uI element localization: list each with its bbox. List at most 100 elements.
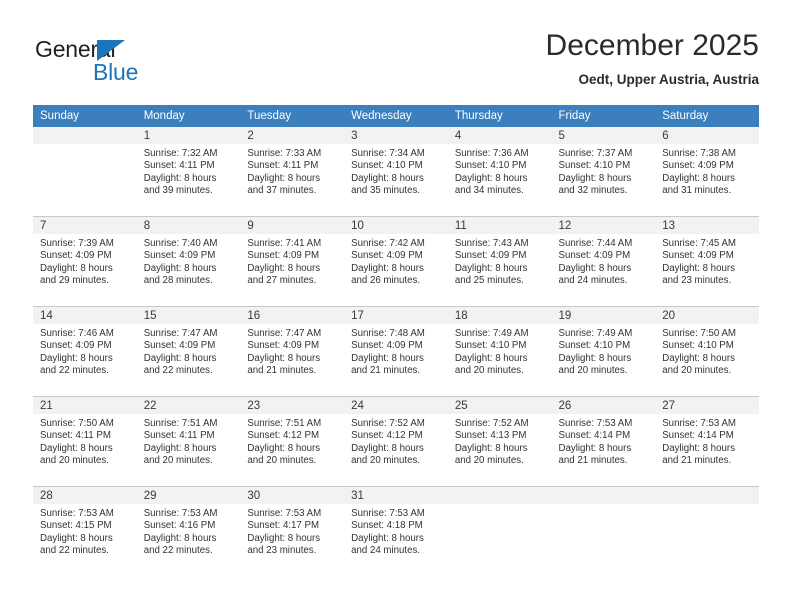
calendar-day-cell[interactable]: 7 Sunrise: 7:39 AM Sunset: 4:09 PM Daylight…: [33, 216, 137, 307]
weekday-header-sunday: Sunday: [33, 105, 137, 127]
calendar-day-cell[interactable]: 28 Sunrise: 7:53 AM Sunset: 4:15 PM Dayligh…: [33, 486, 137, 576]
sunset-text: Sunset: 4:11 PM: [247, 160, 319, 172]
sun-info: Sunrise: 7:47 AM Sunset: 4:09 PM Daylight:…: [137, 324, 241, 378]
day-cell-content: 6 Sunrise: 7:38 AM Sunset: 4:09 PM Daylight…: [655, 127, 759, 216]
sun-info: Sunrise: 7:51 AM Sunset: 4:12 PM Daylight:…: [240, 414, 344, 468]
daylight-text: Daylight: 8 hours: [454, 262, 528, 274]
sun-info: Sunrise: 7:46 AM Sunset: 4:09 PM Daylight:…: [33, 324, 137, 378]
daylight-text: and 25 minutes.: [454, 275, 524, 287]
day-number: 13: [655, 217, 759, 234]
daylight-text: Daylight: 8 hours: [558, 352, 632, 364]
day-cell-content: 23 Sunrise: 7:51 AM Sunset: 4:12 PM Dayligh…: [240, 397, 345, 486]
calendar-day-cell[interactable]: 11 Sunrise: 7:43 AM Sunset: 4:09 PM Dayligh…: [447, 216, 552, 307]
calendar-day-cell[interactable]: 27 Sunrise: 7:53 AM Sunset: 4:14 PM Dayligh…: [655, 396, 759, 487]
day-number: 15: [136, 307, 241, 324]
calendar-day-cell[interactable]: 30 Sunrise: 7:53 AM Sunset: 4:17 PM Dayligh…: [240, 486, 345, 576]
sun-info: Sunrise: 7:39 AM Sunset: 4:09 PM Daylight:…: [33, 234, 137, 288]
general-blue-logo[interactable]: General Blue: [35, 36, 205, 94]
day-number: 26: [551, 397, 656, 414]
sun-info: Sunrise: 7:53 AM Sunset: 4:14 PM Daylight:…: [552, 414, 656, 468]
calendar-day-cell[interactable]: 2 Sunrise: 7:33 AM Sunset: 4:11 PM Daylight…: [240, 127, 345, 217]
sun-info: Sunrise: 7:50 AM Sunset: 4:11 PM Daylight:…: [33, 414, 137, 468]
calendar-day-cell[interactable]: 25 Sunrise: 7:52 AM Sunset: 4:13 PM Dayligh…: [447, 396, 552, 487]
day-cell-content: 16 Sunrise: 7:47 AM Sunset: 4:09 PM Dayligh…: [240, 307, 345, 396]
calendar-day-cell[interactable]: 23 Sunrise: 7:51 AM Sunset: 4:12 PM Dayligh…: [240, 396, 345, 487]
sun-info: Sunrise: 7:52 AM Sunset: 4:12 PM Daylight:…: [344, 414, 448, 468]
sunrise-text: Sunrise: 7:53 AM: [662, 418, 736, 429]
calendar-day-cell[interactable]: 31 Sunrise: 7:53 AM Sunset: 4:18 PM Dayligh…: [344, 486, 448, 576]
sunrise-text: Sunrise: 7:42 AM: [351, 238, 425, 249]
calendar-day-cell[interactable]: 5 Sunrise: 7:37 AM Sunset: 4:10 PM Daylight…: [551, 127, 656, 217]
sunrise-text: Sunrise: 7:33 AM: [247, 148, 322, 159]
sunrise-text: Sunrise: 7:41 AM: [247, 238, 322, 249]
sun-info: Sunrise: 7:44 AM Sunset: 4:09 PM Daylight:…: [552, 234, 656, 288]
daylight-text: Daylight: 8 hours: [662, 172, 735, 184]
sunrise-text: Sunrise: 7:53 AM: [143, 508, 218, 519]
calendar-day-cell[interactable]: 9 Sunrise: 7:41 AM Sunset: 4:09 PM Daylight…: [240, 216, 345, 307]
daylight-text: and 31 minutes.: [662, 185, 732, 197]
sunrise-text: Sunrise: 7:44 AM: [558, 238, 633, 249]
calendar-day-cell[interactable]: 24 Sunrise: 7:52 AM Sunset: 4:12 PM Dayligh…: [344, 396, 448, 487]
calendar-week-row: 21 Sunrise: 7:50 AM Sunset: 4:11 PM Dayligh…: [33, 396, 759, 487]
daylight-text: Daylight: 8 hours: [351, 352, 424, 364]
day-number: 9: [240, 217, 345, 234]
sunrise-text: Sunrise: 7:52 AM: [454, 418, 529, 429]
daylight-text: Daylight: 8 hours: [351, 442, 424, 454]
sun-info: Sunrise: 7:40 AM Sunset: 4:09 PM Daylight:…: [137, 234, 241, 288]
day-number: [655, 487, 759, 504]
daylight-text: Daylight: 8 hours: [662, 442, 735, 454]
page-title: December 2025: [545, 29, 759, 62]
day-number: 6: [655, 127, 759, 144]
sunset-text: Sunset: 4:12 PM: [351, 430, 423, 442]
calendar-day-cell[interactable]: 20 Sunrise: 7:50 AM Sunset: 4:10 PM Dayligh…: [655, 306, 759, 397]
day-number: 16: [240, 307, 345, 324]
day-number: 1: [136, 127, 241, 144]
sun-info: Sunrise: 7:43 AM Sunset: 4:09 PM Daylight:…: [448, 234, 552, 288]
calendar-day-cell[interactable]: 3 Sunrise: 7:34 AM Sunset: 4:10 PM Daylight…: [344, 127, 448, 217]
sunrise-text: Sunrise: 7:32 AM: [143, 148, 218, 159]
calendar-day-cell[interactable]: 14 Sunrise: 7:46 AM Sunset: 4:09 PM Dayligh…: [33, 306, 137, 397]
sun-info: Sunrise: 7:49 AM Sunset: 4:10 PM Daylight:…: [448, 324, 552, 378]
daylight-text: Daylight: 8 hours: [454, 352, 528, 364]
daylight-text: Daylight: 8 hours: [454, 172, 528, 184]
calendar-day-cell[interactable]: 18 Sunrise: 7:49 AM Sunset: 4:10 PM Dayligh…: [447, 306, 552, 397]
calendar-day-cell[interactable]: 1 Sunrise: 7:32 AM Sunset: 4:11 PM Daylight…: [136, 127, 241, 217]
day-cell-content: 1 Sunrise: 7:32 AM Sunset: 4:11 PM Daylight…: [136, 127, 241, 216]
logo-triangle-icon: [97, 40, 125, 61]
day-number: 4: [447, 127, 552, 144]
calendar-empty-cell: [655, 486, 759, 576]
calendar-day-cell[interactable]: 13 Sunrise: 7:45 AM Sunset: 4:09 PM Dayligh…: [655, 216, 759, 307]
calendar-day-cell[interactable]: 10 Sunrise: 7:42 AM Sunset: 4:09 PM Dayligh…: [344, 216, 448, 307]
calendar-day-cell[interactable]: 22 Sunrise: 7:51 AM Sunset: 4:11 PM Dayligh…: [136, 396, 241, 487]
sunrise-text: Sunrise: 7:53 AM: [40, 508, 114, 519]
sunrise-text: Sunrise: 7:52 AM: [351, 418, 425, 429]
daylight-text: and 22 minutes.: [143, 365, 213, 377]
sunset-text: Sunset: 4:17 PM: [247, 520, 320, 532]
day-cell-content: 26 Sunrise: 7:53 AM Sunset: 4:14 PM Dayligh…: [551, 397, 656, 486]
daylight-text: and 35 minutes.: [351, 185, 421, 197]
calendar-day-cell[interactable]: 21 Sunrise: 7:50 AM Sunset: 4:11 PM Dayligh…: [33, 396, 137, 487]
calendar-day-cell[interactable]: 26 Sunrise: 7:53 AM Sunset: 4:14 PM Dayligh…: [551, 396, 656, 487]
day-number: 25: [447, 397, 552, 414]
calendar-day-cell[interactable]: 19 Sunrise: 7:49 AM Sunset: 4:10 PM Dayligh…: [551, 306, 656, 397]
calendar-day-cell[interactable]: 12 Sunrise: 7:44 AM Sunset: 4:09 PM Dayligh…: [551, 216, 656, 307]
daylight-text: and 24 minutes.: [558, 275, 628, 287]
sunrise-text: Sunrise: 7:49 AM: [454, 328, 529, 339]
daylight-text: and 39 minutes.: [143, 185, 213, 197]
sun-info: Sunrise: 7:32 AM Sunset: 4:11 PM Daylight:…: [137, 144, 241, 198]
calendar-day-cell[interactable]: 17 Sunrise: 7:48 AM Sunset: 4:09 PM Dayligh…: [344, 306, 448, 397]
calendar-day-cell[interactable]: 29 Sunrise: 7:53 AM Sunset: 4:16 PM Dayligh…: [136, 486, 241, 576]
calendar-day-cell[interactable]: 15 Sunrise: 7:47 AM Sunset: 4:09 PM Dayligh…: [136, 306, 241, 397]
day-cell-content: 2 Sunrise: 7:33 AM Sunset: 4:11 PM Daylight…: [240, 127, 345, 216]
daylight-text: and 32 minutes.: [558, 185, 628, 197]
calendar-day-cell[interactable]: 16 Sunrise: 7:47 AM Sunset: 4:09 PM Dayligh…: [240, 306, 345, 397]
daylight-text: and 20 minutes.: [351, 455, 421, 467]
day-number: [551, 487, 656, 504]
calendar-day-cell[interactable]: 8 Sunrise: 7:40 AM Sunset: 4:09 PM Daylight…: [136, 216, 241, 307]
day-number: 2: [240, 127, 345, 144]
sunrise-text: Sunrise: 7:50 AM: [40, 418, 114, 429]
daylight-text: and 29 minutes.: [40, 275, 109, 287]
calendar-day-cell[interactable]: 6 Sunrise: 7:38 AM Sunset: 4:09 PM Daylight…: [655, 127, 759, 217]
calendar-day-cell[interactable]: 4 Sunrise: 7:36 AM Sunset: 4:10 PM Daylight…: [447, 127, 552, 217]
sunset-text: Sunset: 4:10 PM: [351, 160, 423, 172]
